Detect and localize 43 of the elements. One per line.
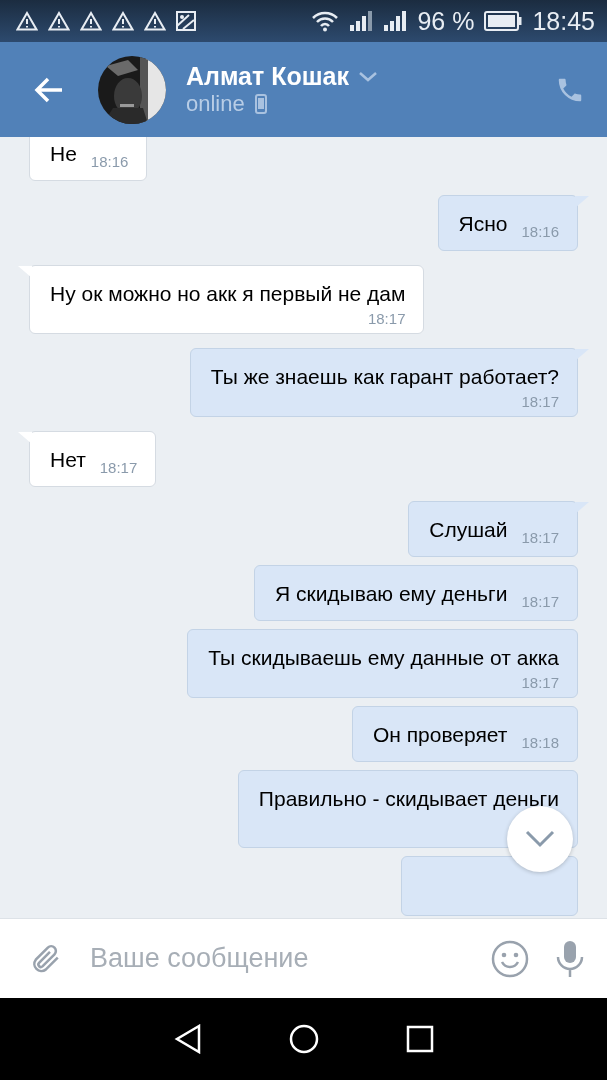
phone-icon bbox=[254, 94, 267, 114]
signal-icon bbox=[349, 10, 374, 32]
message-input-bar[interactable]: Ваше сообщение bbox=[0, 918, 607, 998]
message-time: 18:17 bbox=[99, 459, 138, 476]
image-icon bbox=[176, 11, 196, 31]
contact-name[interactable]: Алмат Кошак bbox=[186, 62, 349, 91]
clock: 18:45 bbox=[532, 6, 595, 36]
message-text: Ты же знаешь как гарант работает? bbox=[210, 364, 559, 390]
message-time: 18:17 bbox=[521, 674, 559, 691]
online-status: online bbox=[186, 91, 245, 117]
chevron-down-icon[interactable] bbox=[359, 71, 377, 82]
message-text: Ты скидываешь ему данные от акка bbox=[208, 645, 559, 671]
chevron-down-icon bbox=[525, 830, 555, 848]
message-text: Я скидываю ему деньги bbox=[274, 581, 508, 607]
message-text: Слушай bbox=[429, 517, 508, 543]
battery-percentage: 96 % bbox=[417, 6, 475, 36]
message-time: 18:18 bbox=[521, 734, 559, 751]
warning-icon bbox=[48, 11, 70, 31]
warning-icon bbox=[80, 11, 102, 31]
emoji-button[interactable] bbox=[491, 939, 529, 978]
message-input-field[interactable]: Ваше сообщение bbox=[88, 942, 465, 975]
warning-icon bbox=[144, 11, 166, 31]
message-time: 18:17 bbox=[521, 593, 559, 610]
message-text: Ну ок можно но акк я первый не дам bbox=[50, 281, 406, 307]
recents-nav-button[interactable] bbox=[405, 1025, 434, 1053]
message-time: 18:17 bbox=[367, 310, 406, 327]
message-text: Нет bbox=[50, 447, 86, 473]
message-time: 18:17 bbox=[521, 393, 559, 410]
microphone-button[interactable] bbox=[555, 938, 585, 979]
message-time: 18:16 bbox=[90, 153, 129, 170]
wifi-icon bbox=[311, 10, 340, 32]
message-text: Правильно - скидывает деньги bbox=[258, 786, 559, 812]
message-text: Ясно bbox=[458, 211, 508, 237]
battery-icon bbox=[484, 11, 523, 31]
home-nav-button[interactable] bbox=[288, 1024, 319, 1054]
message-time: 18:16 bbox=[521, 223, 559, 240]
message-text: Не bbox=[50, 141, 77, 167]
message-time: 18:17 bbox=[521, 529, 559, 546]
message-text: Он проверяет bbox=[372, 722, 508, 748]
signal-icon bbox=[383, 10, 408, 32]
warning-icon bbox=[16, 11, 38, 31]
warning-icon bbox=[112, 11, 134, 31]
back-nav-button[interactable] bbox=[173, 1024, 202, 1054]
